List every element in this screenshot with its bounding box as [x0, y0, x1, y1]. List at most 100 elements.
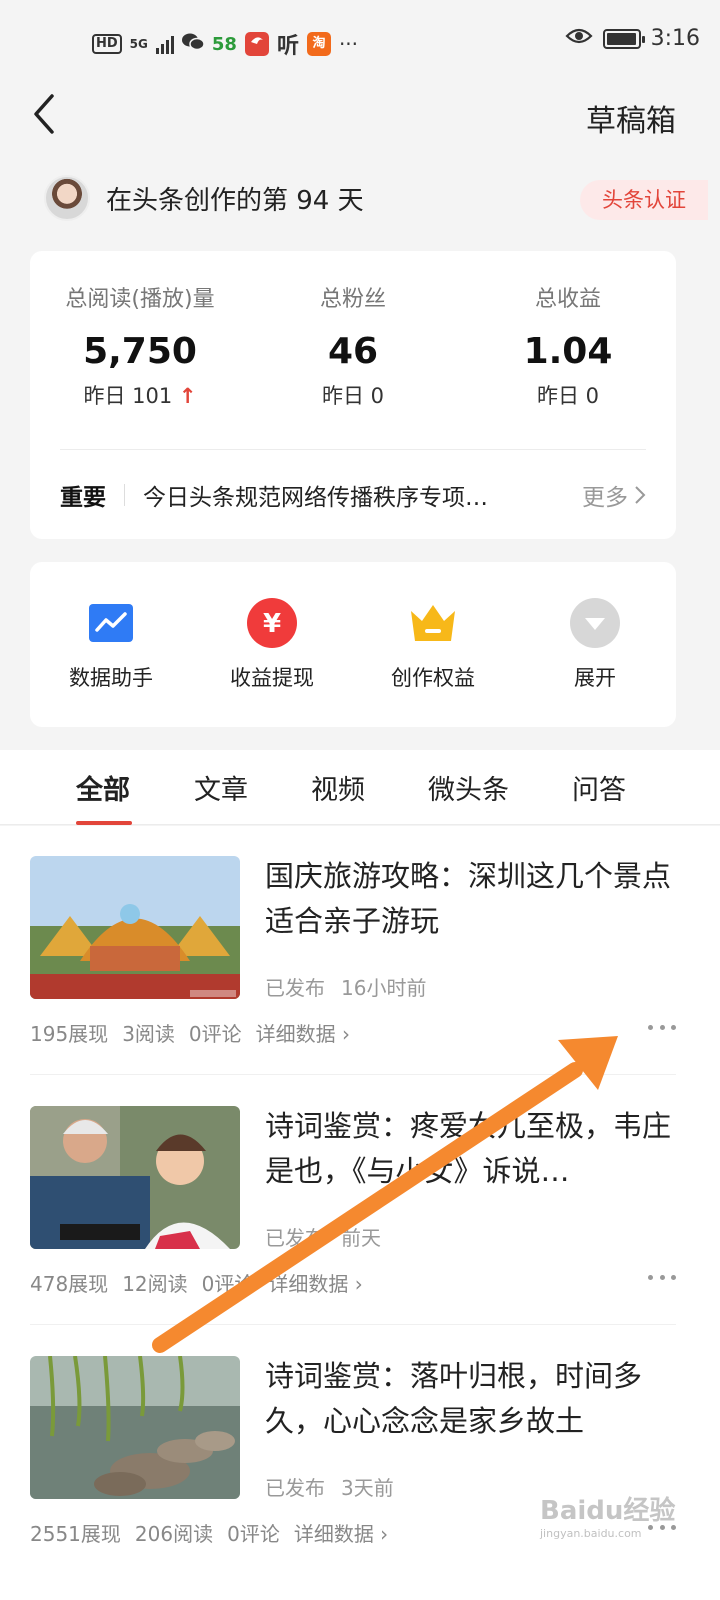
- article-item[interactable]: 国庆旅游攻略：深圳这几个景点适合亲子游玩 已发布 16小时前 195展现 3阅读 0评…: [30, 826, 676, 1076]
- tool-label: 收益提现: [230, 666, 314, 690]
- important-notice[interactable]: 重要 今日头条规范网络传播秩序专项… 更多: [60, 477, 646, 513]
- detail-data-link[interactable]: 详细数据 ›: [256, 1022, 350, 1046]
- tab-qa[interactable]: 问答: [572, 768, 626, 807]
- total-income-stat[interactable]: 总收益 1.04 昨日 0: [458, 281, 678, 410]
- reads-count: 206阅读: [134, 1522, 214, 1546]
- publish-time: 前天: [341, 1226, 381, 1250]
- stat-label: 总阅读(播放)量: [65, 287, 215, 312]
- article-meta: 已发布 3天前: [265, 1472, 394, 1501]
- tab-videos[interactable]: 视频: [311, 768, 365, 807]
- notice-tag: 重要: [60, 485, 106, 511]
- publish-time: 3天前: [341, 1476, 394, 1500]
- detail-label: 详细数据: [293, 1522, 374, 1546]
- total-fans-stat[interactable]: 总粉丝 46 昨日 0: [243, 281, 463, 410]
- detail-data-link[interactable]: 详细数据 ›: [268, 1272, 362, 1296]
- profile-row[interactable]: 在头条创作的第 94 天: [44, 175, 364, 221]
- stat-label: 总收益: [534, 287, 601, 312]
- yuan-icon: ¥: [247, 598, 297, 648]
- publish-status: 已发布: [265, 976, 325, 1000]
- more-options-icon[interactable]: [648, 1022, 676, 1032]
- app-ting-icon: 听: [276, 34, 299, 59]
- more-label: 更多: [582, 485, 628, 511]
- content-tabs: 全部 文章 视频 微头条 问答: [0, 750, 720, 825]
- more-options-icon[interactable]: [648, 1272, 676, 1282]
- back-button[interactable]: [28, 92, 68, 136]
- article-thumbnail[interactable]: [30, 1106, 240, 1249]
- article-thumbnail[interactable]: [30, 856, 240, 999]
- article-meta: 已发布 前天: [265, 1222, 381, 1251]
- creation-days-text: 在头条创作的第 94 天: [106, 185, 364, 216]
- row-divider: [30, 1324, 676, 1325]
- comments-count: 0评论: [227, 1522, 280, 1546]
- more-notifications-icon: ···: [338, 32, 359, 56]
- app-58-icon: 58: [211, 33, 237, 55]
- article-stats: 195展现 3阅读 0评论 详细数据 ›: [30, 1018, 350, 1047]
- article-title[interactable]: 诗词鉴赏：落叶归根，时间多久，心心念念是家乡故土: [265, 1354, 675, 1444]
- expand-icon: [570, 598, 620, 648]
- wechat-icon: [181, 32, 205, 57]
- network-indicator: 5G: [129, 37, 148, 51]
- article-thumbnail[interactable]: [30, 1356, 240, 1499]
- stat-yesterday: 昨日 101: [83, 384, 173, 408]
- tab-articles[interactable]: 文章: [194, 768, 248, 807]
- tools-card: 数据助手 ¥ 收益提现 创作权益 展开: [30, 562, 676, 727]
- total-reads-stat[interactable]: 总阅读(播放)量 5,750 昨日 101 ↑: [30, 281, 250, 410]
- stat-label: 总粉丝: [319, 287, 386, 312]
- clock: 3:16: [650, 26, 700, 51]
- detail-data-link[interactable]: 详细数据 ›: [294, 1522, 388, 1546]
- tool-label: 创作权益: [391, 666, 475, 690]
- article-title[interactable]: 国庆旅游攻略：深圳这几个景点适合亲子游玩: [265, 854, 675, 944]
- divider: [60, 449, 646, 450]
- signal-icon: [155, 34, 174, 54]
- active-tab-indicator: [76, 821, 132, 825]
- row-divider: [30, 1074, 676, 1075]
- article-meta: 已发布 16小时前: [265, 972, 426, 1001]
- notice-more-link[interactable]: 更多: [582, 478, 646, 512]
- chart-icon: [86, 598, 136, 648]
- comments-count: 0评论: [188, 1022, 242, 1046]
- notice-text[interactable]: 今日头条规范网络传播秩序专项…: [143, 478, 554, 512]
- publish-status: 已发布: [265, 1476, 325, 1500]
- stat-yesterday: 昨日 0: [321, 384, 385, 408]
- impressions-count: 195展现: [30, 1022, 109, 1046]
- stats-card: 总阅读(播放)量 5,750 昨日 101 ↑ 总粉丝 46 昨日 0 总收益 …: [30, 251, 676, 539]
- tool-label: 展开: [574, 666, 616, 690]
- watermark-url: jingyan.baidu.com: [540, 1527, 642, 1540]
- tool-label: 数据助手: [69, 666, 153, 690]
- tab-micro-posts[interactable]: 微头条: [428, 768, 509, 807]
- toutiao-certification-button[interactable]: 头条认证: [580, 180, 708, 220]
- notice-separator: [124, 484, 125, 506]
- expand-button[interactable]: 展开: [515, 598, 675, 692]
- stat-value: 5,750: [83, 331, 197, 372]
- publish-status: 已发布: [265, 1226, 325, 1250]
- stat-value: 1.04: [523, 331, 613, 372]
- stat-yesterday: 昨日 0: [536, 384, 600, 408]
- article-stats: 478展现 12阅读 0评论 详细数据 ›: [30, 1268, 363, 1297]
- drafts-button[interactable]: 草稿箱: [586, 96, 676, 140]
- article-list: 国庆旅游攻略：深圳这几个景点适合亲子游玩 已发布 16小时前 195展现 3阅读 0评…: [0, 826, 720, 1600]
- weibo-app-icon: [244, 32, 269, 56]
- article-item[interactable]: 诗词鉴赏：疼爱女儿至极，韦庄是也，《与小女》诉说… 已发布 前天 478展现 12阅…: [30, 1076, 676, 1326]
- status-bar: HD 5G 58 听 淘 ··· 3:16: [0, 0, 720, 88]
- crown-icon: [408, 598, 458, 648]
- data-assistant-button[interactable]: 数据助手: [31, 598, 191, 692]
- chevron-right-icon: [635, 486, 646, 504]
- detail-label: 详细数据: [255, 1022, 336, 1046]
- battery-icon: [602, 28, 645, 49]
- article-stats: 2551展现 206阅读 0评论 详细数据 ›: [30, 1518, 388, 1547]
- tab-all[interactable]: 全部: [76, 768, 130, 807]
- avatar[interactable]: [44, 175, 90, 221]
- trend-up-icon: ↑: [178, 384, 197, 408]
- creator-benefits-button[interactable]: 创作权益: [353, 598, 513, 692]
- eye-icon: [565, 26, 593, 51]
- app-tao-icon: 淘: [306, 32, 331, 56]
- detail-label: 详细数据: [268, 1272, 349, 1296]
- hd-indicator: HD: [92, 34, 122, 54]
- income-withdraw-button[interactable]: ¥ 收益提现: [192, 598, 352, 692]
- comments-count: 0评论: [201, 1272, 255, 1296]
- article-title[interactable]: 诗词鉴赏：疼爱女儿至极，韦庄是也，《与小女》诉说…: [265, 1104, 675, 1194]
- publish-time: 16小时前: [341, 976, 427, 1000]
- impressions-count: 478展现: [30, 1272, 109, 1296]
- baidu-watermark: Baidu经验 jingyan.baidu.com: [540, 1490, 675, 1540]
- impressions-count: 2551展现: [30, 1522, 121, 1546]
